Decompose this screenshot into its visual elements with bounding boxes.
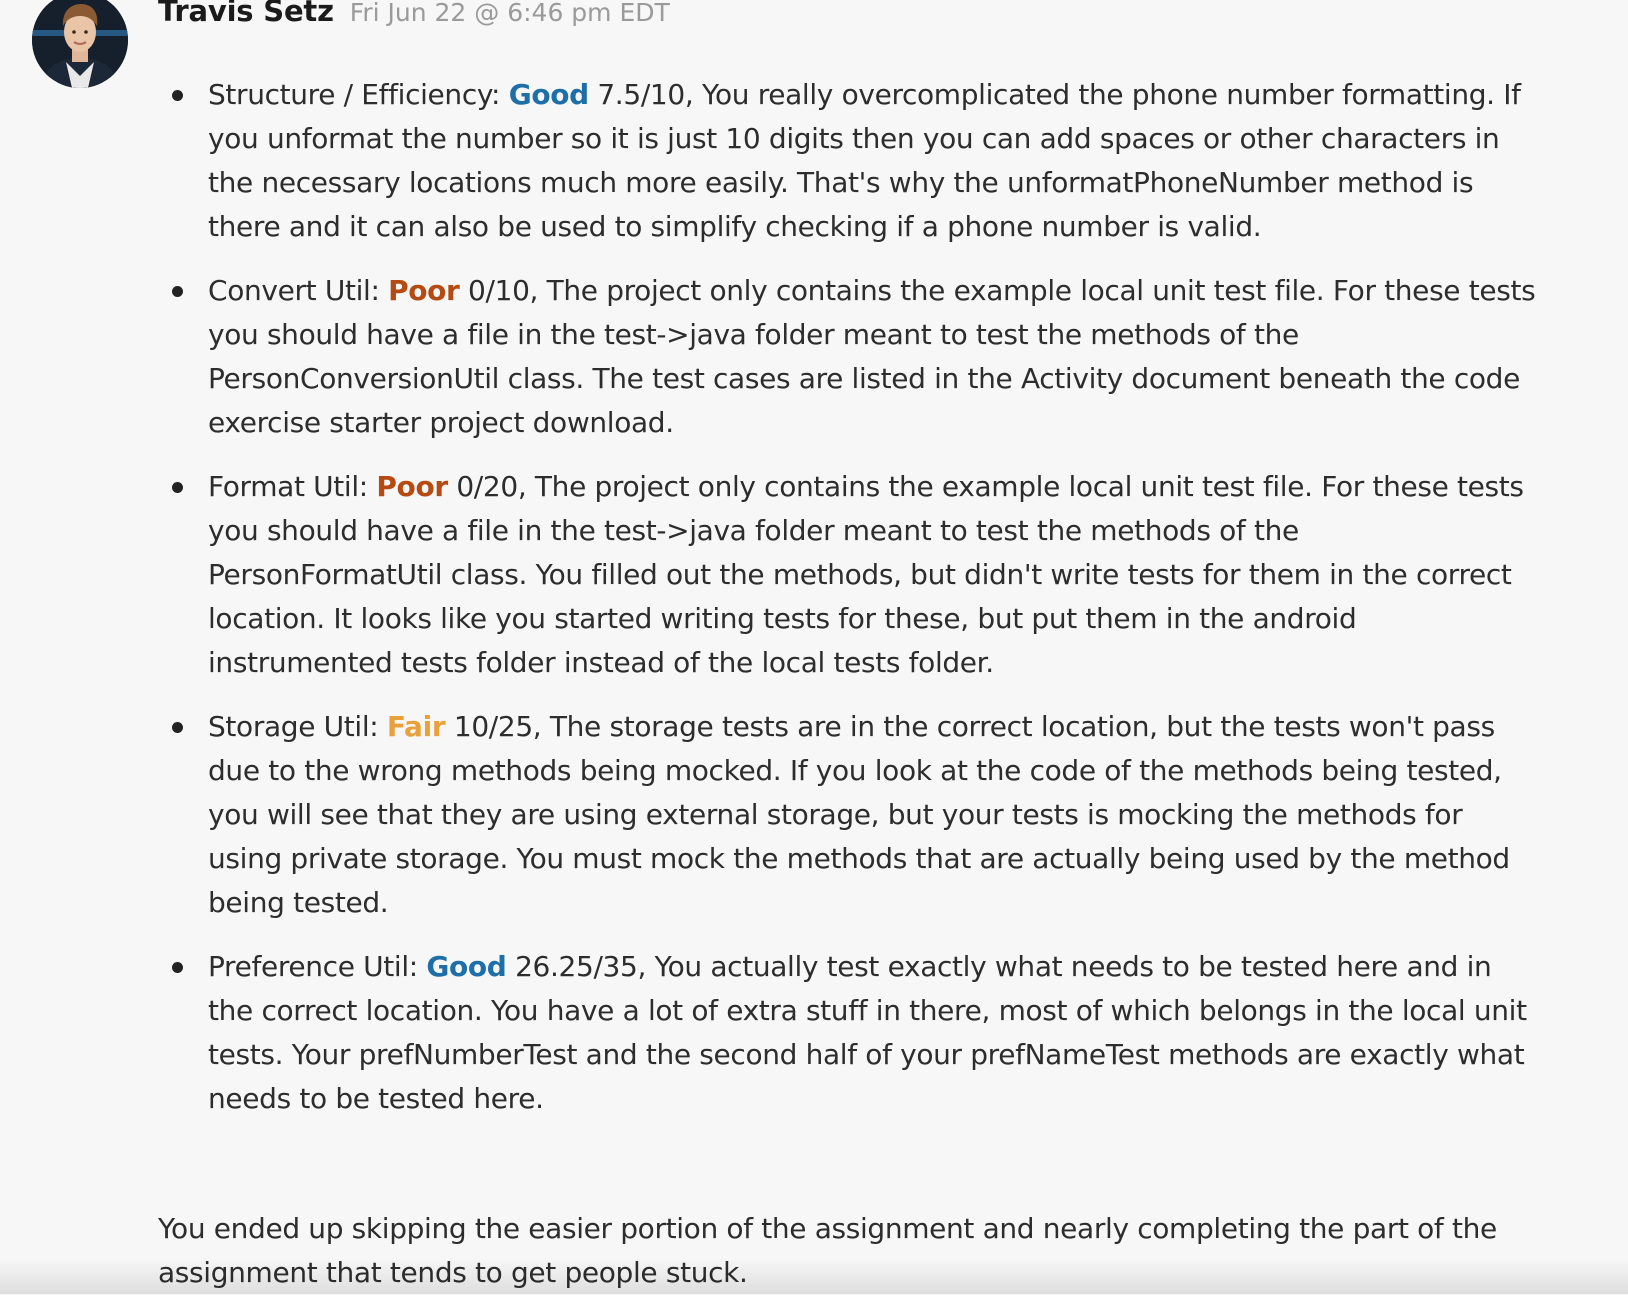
- rating-badge: Fair: [386, 710, 446, 743]
- feedback-item-format-util: Format Util: Poor 0/20, The project only…: [158, 465, 1538, 685]
- feedback-item-convert-util: Convert Util: Poor 0/10, The project onl…: [158, 269, 1538, 445]
- feedback-label: Storage Util:: [208, 710, 387, 743]
- feedback-label: Preference Util:: [208, 950, 427, 983]
- feedback-label: Structure / Efficiency:: [208, 78, 509, 111]
- bullet-icon: [172, 482, 183, 493]
- summary-text: You ended up skipping the easier portion…: [158, 1212, 1497, 1289]
- bullet-icon: [172, 962, 183, 973]
- bullet-icon: [172, 286, 183, 297]
- avatar-image: [32, 0, 128, 88]
- feedback-label: Format Util:: [208, 470, 377, 503]
- post-header: Travis Setz Fri Jun 22 @ 6:46 pm EDT: [158, 0, 670, 28]
- feedback-item-storage-util: Storage Util: Fair 10/25, The storage te…: [158, 705, 1538, 925]
- rating-badge: Good: [426, 950, 507, 983]
- avatar[interactable]: [32, 0, 128, 88]
- feedback-label: Convert Util:: [208, 274, 389, 307]
- rating-badge: Poor: [376, 470, 448, 503]
- feedback-item-preference-util: Preference Util: Good 26.25/35, You actu…: [158, 945, 1538, 1121]
- bullet-icon: [172, 722, 183, 733]
- rating-badge: Poor: [388, 274, 460, 307]
- author-name[interactable]: Travis Setz: [158, 0, 334, 28]
- feedback-list: Structure / Efficiency: Good 7.5/10, You…: [158, 73, 1538, 1141]
- rating-badge: Good: [508, 78, 589, 111]
- bullet-icon: [172, 90, 183, 101]
- feedback-item-structure: Structure / Efficiency: Good 7.5/10, You…: [158, 73, 1538, 249]
- post-timestamp[interactable]: Fri Jun 22 @ 6:46 pm EDT: [350, 0, 670, 27]
